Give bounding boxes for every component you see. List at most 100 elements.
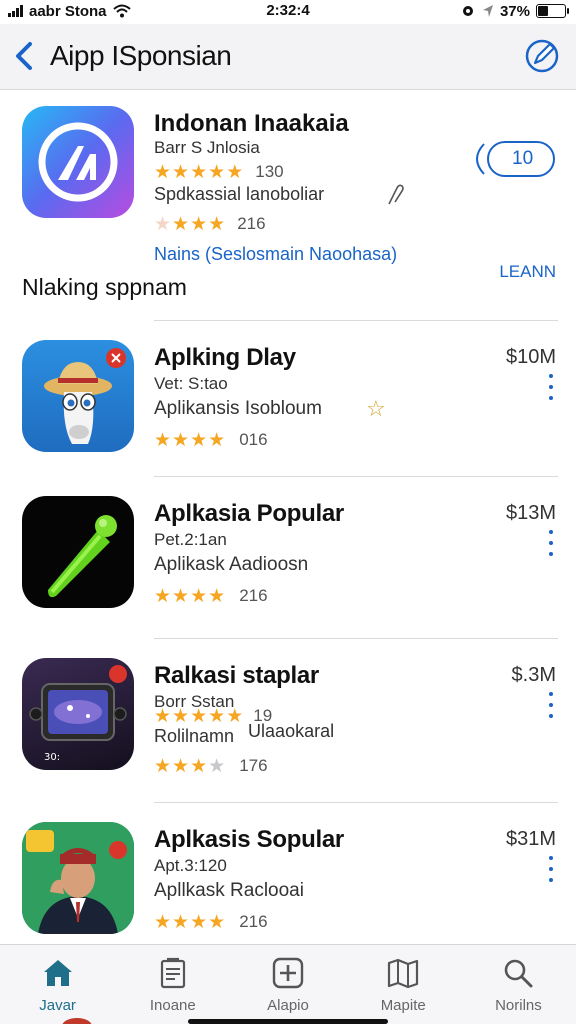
list-item[interactable]: Aplking Dlay Vet: S:tao Aplikansis Isobl…: [0, 322, 576, 480]
app-description-row: Rolilnamn Ulaaokaral: [154, 721, 334, 747]
app-title: Aplking Dlay: [154, 344, 296, 371]
app-price[interactable]: $10M: [506, 346, 556, 369]
list-item[interactable]: 30: Ralkasi staplar Borr Sstan ★ ★ ★ ★ ★ 19 …: [0, 640, 576, 798]
app-description: Aplikask Aadioosn: [154, 554, 309, 575]
page-title: Aipp ISponsian: [50, 40, 232, 71]
more-options-icon[interactable]: [548, 856, 554, 882]
tab-bar: Javar Inoane Alapio Mapite Norilns: [0, 944, 576, 1024]
person-avatar-icon: [22, 822, 134, 934]
more-options-icon[interactable]: [548, 530, 554, 556]
featured-title: Indonan Inaakaia: [154, 110, 349, 137]
rating-count: 130: [255, 162, 284, 181]
map-icon: [388, 958, 419, 989]
list-item[interactable]: Aplkasis Sopular Apt.3:120 Apllkask Racl…: [0, 804, 576, 962]
list-item[interactable]: Aplkasia Popular Pet.2:1an Aplikask Aadi…: [0, 478, 576, 636]
app-extra-text: Ulaaokaral: [248, 721, 335, 741]
document-icon: [160, 957, 185, 989]
more-options-icon[interactable]: [548, 374, 554, 400]
star-rating: ★ ★ ★ ★: [154, 911, 226, 933]
carrier-label: aabr Stona: [29, 2, 107, 20]
app-title: Aplkasis Sopular: [154, 826, 344, 853]
app-icon-microphone[interactable]: [22, 496, 134, 608]
get-button-label[interactable]: 10: [512, 148, 533, 170]
featured-rating-primary: ★ ★ ★ ★ ★ 130: [154, 162, 284, 182]
tab-label: Javar: [39, 997, 76, 1014]
battery-icon: [536, 4, 569, 18]
tab-label: Alapio: [267, 997, 309, 1014]
tab-javar[interactable]: Javar: [0, 945, 115, 1024]
status-left: aabr Stona: [8, 3, 131, 20]
app-rating: ★ ★ ★ ★ 216: [154, 586, 268, 606]
divider: [154, 320, 558, 321]
rating-count: 016: [239, 430, 268, 449]
alarm-icon: [462, 6, 473, 16]
learn-link[interactable]: LEANN: [499, 262, 556, 282]
tab-alapio[interactable]: Alapio: [230, 945, 345, 1024]
rating-count: 216: [239, 586, 268, 605]
featured-rating-secondary: ★ ★ ★ ★ 216: [154, 214, 266, 234]
logo-a-icon: [38, 122, 118, 202]
television-icon: 30:: [29, 665, 127, 763]
app-subtitle: Vet: S:tao: [154, 374, 228, 393]
app-price[interactable]: $.3M: [512, 664, 556, 687]
home-icon: [43, 960, 72, 986]
app-rating: ★ ★ ★ ★ 176: [154, 756, 268, 776]
horse-mascot-icon: [44, 348, 126, 444]
microphone-icon: [48, 515, 117, 598]
app-price[interactable]: $31M: [506, 828, 556, 851]
tab-mapite[interactable]: Mapite: [346, 945, 461, 1024]
svg-text:30:: 30:: [44, 752, 66, 763]
app-description: Rolilnamn: [154, 726, 235, 746]
status-right: 37%: [460, 2, 569, 20]
rating-count: 176: [239, 756, 268, 775]
app-icon-horse[interactable]: [22, 340, 134, 452]
app-title: Ralkasi staplar: [154, 662, 319, 689]
plus-square-icon: [272, 957, 304, 989]
compose-icon[interactable]: [524, 38, 560, 74]
app-subtitle: Apt.3:120: [154, 856, 227, 875]
featured-description: Spdkassial lanoboliar: [154, 184, 325, 204]
more-options-icon[interactable]: [548, 692, 554, 718]
featured-link[interactable]: Nains (Seslosmain Naoohasa): [154, 244, 397, 265]
battery-level: [538, 6, 548, 16]
tab-norilns[interactable]: Norilns: [461, 945, 576, 1024]
app-subtitle: Pet.2:1an: [154, 530, 227, 549]
featured-subtitle: Barr S Jnlosia: [154, 138, 260, 157]
divider: [154, 638, 558, 639]
star-rating: ★ ★ ★ ★: [154, 213, 226, 235]
nav-bar: Aipp ISponsian: [0, 24, 576, 90]
status-bar: aabr Stona 2:32:4 37%: [0, 0, 576, 22]
star-rating: ★ ★ ★ ★: [154, 585, 226, 607]
tab-label: Norilns: [495, 997, 542, 1014]
app-icon-person[interactable]: [22, 822, 134, 934]
tab-label: Mapite: [380, 997, 426, 1014]
divider: [154, 802, 558, 803]
home-indicator[interactable]: [188, 1019, 388, 1024]
app-rating: ★ ★ ★ ★ 216: [154, 912, 268, 932]
app-rating: ★ ★ ★ ★ 016: [154, 430, 268, 450]
tab-label: Inoane: [149, 997, 196, 1014]
star-rating: ★ ★ ★ ★: [154, 429, 226, 451]
rating-count: 216: [237, 214, 266, 233]
signal-icon: [8, 5, 23, 17]
app-title: Aplkasia Popular: [154, 500, 344, 527]
search-icon: [505, 959, 533, 988]
star-rating: ★ ★ ★ ★ ★: [154, 161, 244, 183]
back-chevron-icon[interactable]: [10, 38, 40, 74]
app-description: Apllkask Raclooai: [154, 880, 304, 901]
rating-count: 216: [239, 912, 268, 931]
app-price[interactable]: $13M: [506, 502, 556, 525]
tab-inoane[interactable]: Inoane: [115, 945, 230, 1024]
star-rating: ★ ★ ★ ★ ★: [154, 705, 244, 727]
location-icon: [482, 5, 493, 17]
app-icon-tv[interactable]: 30:: [22, 658, 134, 770]
favorite-star-icon[interactable]: ☆: [366, 396, 386, 422]
wifi-icon: [112, 4, 131, 18]
paperclip-icon: [388, 184, 404, 205]
star-rating: ★ ★ ★ ★: [154, 755, 226, 777]
battery-percent: 37%: [499, 2, 530, 20]
section-title: Nlaking sppnam: [22, 274, 187, 300]
app-description: Aplikansis Isobloum: [154, 398, 322, 419]
featured-app-icon[interactable]: [22, 106, 134, 218]
divider: [154, 476, 558, 477]
